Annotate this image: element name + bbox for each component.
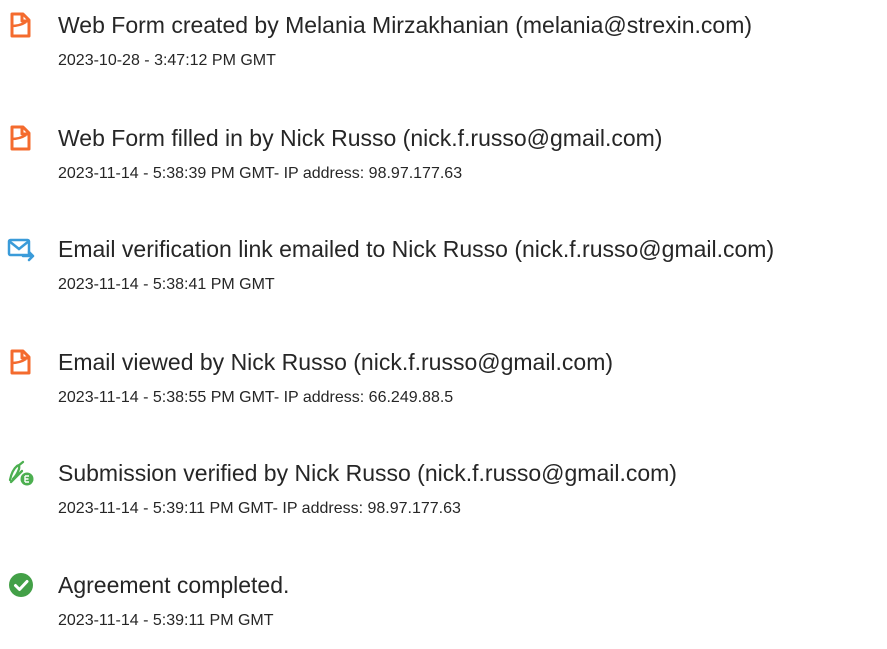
timeline-event-submission-verified: Submission verified by Nick Russo (nick.… <box>0 458 887 548</box>
event-timestamp: 2023-10-28 - 3:47:12 PM GMT <box>58 52 276 69</box>
timeline-event-web-form-filled: Web Form filled in by Nick Russo (nick.f… <box>0 123 887 213</box>
timeline-event-email-viewed: Email viewed by Nick Russo (nick.f.russo… <box>0 347 887 437</box>
event-title: Email verification link emailed to Nick … <box>58 236 775 262</box>
event-title: Submission verified by Nick Russo (nick.… <box>58 460 677 486</box>
timeline-event-email-verification-sent: Email verification link emailed to Nick … <box>0 234 887 324</box>
event-timestamp: 2023-11-14 - 5:38:41 PM GMT <box>58 276 275 293</box>
document-icon <box>6 10 36 40</box>
event-title: Web Form created by Melania Mirzakhanian… <box>58 12 753 38</box>
document-icon <box>6 347 36 377</box>
email-send-icon <box>6 234 36 264</box>
check-circle-icon <box>6 570 36 600</box>
event-timestamp: 2023-11-14 - 5:38:39 PM GMT- IP address:… <box>58 165 463 182</box>
event-timestamp: 2023-11-14 - 5:39:11 PM GMT <box>58 612 274 629</box>
audit-trail-timeline: Web Form created by Melania Mirzakhanian… <box>0 0 887 649</box>
signature-verified-icon <box>6 458 36 488</box>
event-timestamp: 2023-11-14 - 5:38:55 PM GMT- IP address:… <box>58 389 454 406</box>
event-title: Agreement completed. <box>58 572 290 598</box>
timeline-event-web-form-created: Web Form created by Melania Mirzakhanian… <box>0 10 887 100</box>
event-timestamp: 2023-11-14 - 5:39:11 PM GMT- IP address:… <box>58 500 461 517</box>
timeline-event-agreement-completed: Agreement completed. 2023-11-14 - 5:39:1… <box>0 570 887 649</box>
event-title: Web Form filled in by Nick Russo (nick.f… <box>58 125 663 151</box>
document-icon <box>6 123 36 153</box>
event-title: Email viewed by Nick Russo (nick.f.russo… <box>58 349 614 375</box>
